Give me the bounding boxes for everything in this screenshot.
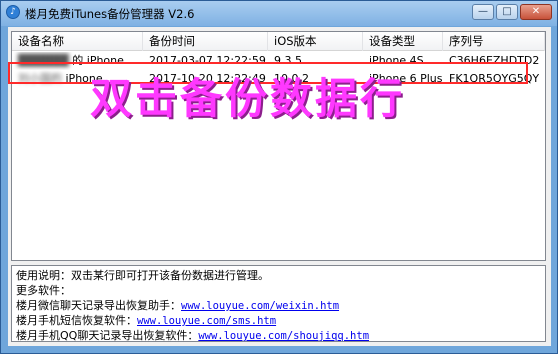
annotation-text: 双击备份数据行	[90, 74, 406, 123]
list-header: 设备名称 备份时间 iOS版本 设备类型 序列号	[12, 32, 545, 51]
close-button[interactable]: ✕	[520, 4, 552, 20]
title-bar[interactable]: ♪ 楼月免费iTunes备份管理器 V2.6 — □ ✕	[1, 1, 557, 26]
column-header-serial[interactable]: 序列号	[443, 32, 545, 51]
sms-link[interactable]: www.louyue.com/sms.htm	[137, 315, 276, 327]
weixin-link[interactable]: www.louyue.com/weixin.htm	[181, 300, 339, 312]
itunes-app-icon: ♪	[6, 5, 20, 19]
qq-link[interactable]: www.louyue.com/shoujiqq.htm	[198, 330, 369, 342]
more-software-label: 更多软件：	[16, 284, 71, 297]
link-line-sms: 楼月手机短信恢复软件：www.louyue.com/sms.htm	[16, 313, 541, 328]
link-line-qq: 楼月手机QQ聊天记录导出恢复软件：www.louyue.com/shoujiqq…	[16, 328, 541, 343]
window-title: 楼月免费iTunes备份管理器 V2.6	[25, 7, 195, 21]
link-label: 楼月手机QQ聊天记录导出恢复软件：	[16, 329, 199, 342]
info-panel: 使用说明：双击某行即可打开该备份数据进行管理。 更多软件： 楼月微信聊天记录导出…	[11, 265, 546, 342]
column-header-ios-version[interactable]: iOS版本	[268, 32, 363, 51]
column-header-device-type[interactable]: 设备类型	[363, 32, 443, 51]
link-line-weixin: 楼月微信聊天记录导出恢复助手：www.louyue.com/weixin.htm	[16, 298, 541, 313]
column-header-backup-time[interactable]: 备份时间	[143, 32, 268, 51]
column-header-device-name[interactable]: 设备名称	[12, 32, 143, 51]
link-label: 楼月手机短信恢复软件：	[16, 314, 137, 327]
window-controls: — □ ✕	[472, 4, 552, 21]
app-window: ♪ 楼月免费iTunes备份管理器 V2.6 — □ ✕ 设备名称 备份时间 i…	[0, 0, 558, 354]
link-label: 楼月微信聊天记录导出恢复助手：	[16, 299, 181, 312]
minimize-button[interactable]: —	[472, 4, 494, 20]
restore-button[interactable]: □	[496, 4, 518, 20]
usage-text: 使用说明：双击某行即可打开该备份数据进行管理。	[16, 269, 269, 282]
